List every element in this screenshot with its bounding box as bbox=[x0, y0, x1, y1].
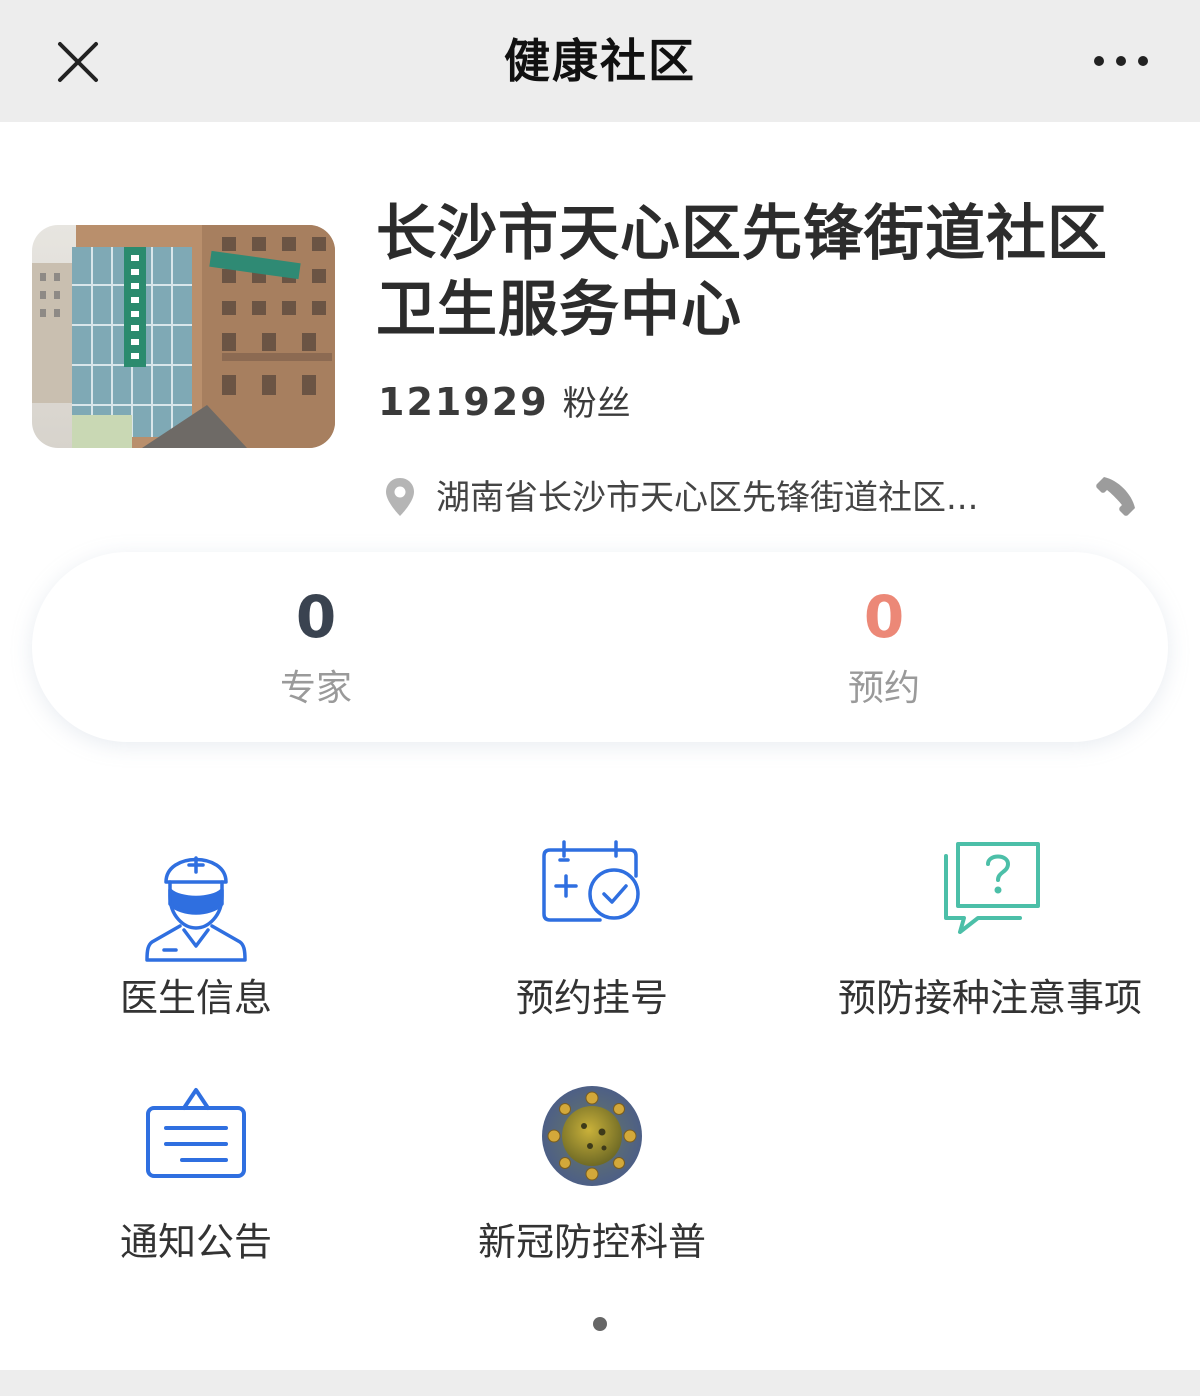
close-icon[interactable] bbox=[52, 36, 104, 88]
grid-label: 医生信息 bbox=[119, 976, 272, 1020]
phone-icon[interactable] bbox=[1092, 474, 1138, 520]
address-row[interactable]: 湖南省长沙市天心区先锋街道社区... bbox=[380, 470, 1150, 526]
fans-count: 121929 bbox=[378, 380, 549, 424]
grid-item-vaccination-notes[interactable]: 预防接种注意事项 bbox=[790, 838, 1190, 1028]
appointments-label: 预约 bbox=[847, 668, 920, 709]
fans-label: 粉丝 bbox=[562, 384, 631, 424]
fans-row: 121929 粉丝 bbox=[378, 374, 631, 430]
more-dots-icon[interactable] bbox=[1090, 48, 1152, 74]
bottom-strip bbox=[0, 1370, 1200, 1396]
experts-label: 专家 bbox=[279, 668, 352, 709]
grid-item-doctor-info[interactable]: 医生信息 bbox=[0, 838, 396, 1028]
stats-card: 0 专家 0 预约 bbox=[32, 552, 1168, 742]
calendar-check-icon bbox=[542, 840, 640, 922]
doctor-icon bbox=[145, 856, 247, 962]
center-name: 长沙市天心区先锋街道社区卫生服务中心 bbox=[376, 199, 1108, 345]
question-chat-icon bbox=[944, 842, 1040, 934]
navbar: 健康社区 bbox=[0, 0, 1200, 122]
grid-label: 新冠防控科普 bbox=[477, 1220, 706, 1264]
grid-item-appointment[interactable]: 预约挂号 bbox=[392, 838, 792, 1028]
grid-label: 预防接种注意事项 bbox=[837, 976, 1142, 1020]
virus-icon bbox=[542, 1086, 642, 1186]
notice-board-icon bbox=[146, 1088, 246, 1178]
appointments-count: 0 bbox=[863, 583, 905, 651]
location-pin-icon bbox=[386, 478, 414, 516]
stat-appointments[interactable]: 0 预约 bbox=[600, 552, 1168, 742]
page-indicator-dot bbox=[593, 1317, 607, 1331]
page-title: 健康社区 bbox=[504, 34, 696, 88]
experts-count: 0 bbox=[295, 583, 337, 651]
address-text: 湖南省长沙市天心区先锋街道社区... bbox=[436, 478, 979, 518]
grid-item-notices[interactable]: 通知公告 bbox=[0, 1082, 396, 1272]
grid-item-covid-science[interactable]: 新冠防控科普 bbox=[392, 1082, 792, 1272]
grid-label: 预约挂号 bbox=[515, 976, 668, 1020]
stat-experts[interactable]: 0 专家 bbox=[32, 552, 600, 742]
grid-label: 通知公告 bbox=[119, 1220, 272, 1264]
building-photo bbox=[32, 225, 335, 448]
